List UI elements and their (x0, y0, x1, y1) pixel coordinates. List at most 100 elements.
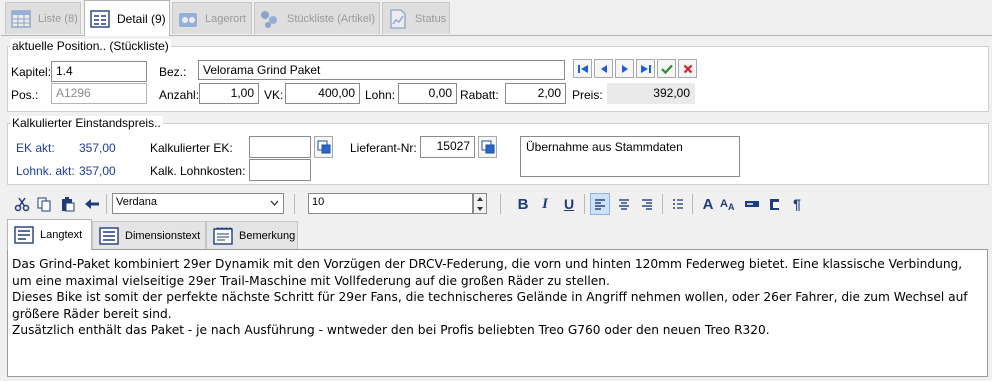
tab-liste[interactable]: Liste (8) (5, 2, 81, 34)
first-record-button[interactable] (573, 59, 592, 78)
tab-detail-label: Detail (9) (117, 11, 166, 26)
position-group-title: aktuelle Position.. (Stückliste) (10, 39, 171, 53)
tab-langtext[interactable]: Langtext (7, 219, 92, 250)
kapitel-field[interactable]: 1.4 (51, 61, 147, 82)
close-icon (683, 64, 692, 73)
last-record-button[interactable] (636, 59, 655, 78)
table-grid-icon (11, 9, 31, 28)
toolbar-separator (662, 194, 663, 214)
langtext-paragraph: Das Grind-Paket kombiniert 29er Dynamik … (12, 257, 963, 288)
svg-text:A: A (728, 202, 735, 212)
ek-akt-value: 357,00 (79, 141, 116, 155)
tab-dimensionstext-label: Dimensionstext (125, 229, 201, 242)
anzahl-field[interactable]: 1,00 (199, 83, 259, 104)
anzahl-label: Anzahl: (159, 88, 200, 102)
font-name-value: Verdana (116, 196, 157, 208)
lieferant-field[interactable]: 15027 (420, 136, 475, 158)
toolbar-separator (106, 194, 107, 214)
kalk-ek-pick-button[interactable] (314, 136, 333, 158)
rabatt-field[interactable]: 2,00 (505, 83, 566, 104)
underline-button[interactable]: U (559, 193, 579, 215)
stammdaten-box[interactable]: Übernahme aus Stammdaten (520, 136, 740, 177)
langtext-paragraph: Dieses Bike ist somit der perfekte nächs… (12, 290, 968, 321)
kalk-ek-label: Kalkulierter EK: (150, 141, 233, 155)
tab-status-label: Status (415, 12, 447, 25)
scissors-icon (14, 197, 30, 212)
pos-field[interactable]: A1296 (51, 83, 147, 104)
lookup-icon (481, 140, 494, 154)
copy-button[interactable] (34, 193, 54, 215)
preis-label: Preis: (572, 88, 603, 102)
toolbar-separator (692, 194, 693, 214)
toolbar-separator (294, 194, 295, 214)
lookup-icon (317, 140, 330, 154)
bullet-list-icon (673, 199, 683, 209)
dimension-text-icon (99, 226, 119, 245)
pos-label: Pos.: (11, 88, 39, 102)
font-size-spinner[interactable] (473, 193, 487, 214)
tab-detail[interactable]: Detail (9) (84, 0, 170, 36)
font-color-button[interactable]: A (698, 193, 718, 215)
vk-label: VK: (264, 88, 284, 102)
rabatt-label: Rabatt: (460, 88, 499, 102)
spin-down-icon (477, 207, 483, 211)
align-center-icon (619, 199, 629, 210)
next-record-button[interactable] (615, 59, 634, 78)
previous-record-button[interactable] (594, 59, 613, 78)
kalk-lohn-field[interactable] (249, 159, 311, 181)
insert-field-button[interactable] (742, 193, 762, 215)
bez-field[interactable]: Velorama Grind Paket (198, 60, 565, 80)
warehouse-box-icon (179, 12, 197, 27)
parts-list-icon (261, 10, 277, 28)
vk-field[interactable]: 400,00 (285, 83, 360, 104)
font-size-input[interactable]: 10 (308, 193, 473, 214)
tab-lagerort[interactable]: Lagerort (172, 2, 252, 34)
align-right-button[interactable] (637, 193, 657, 215)
kalk-group-title: Kalkulierter Einstandspreis.. (10, 116, 163, 130)
tab-status[interactable]: Status (382, 2, 450, 34)
align-center-button[interactable] (614, 193, 634, 215)
bullet-list-button[interactable] (668, 193, 688, 215)
paste-button[interactable] (58, 193, 78, 215)
last-record-icon (640, 64, 651, 73)
italic-button[interactable]: I (535, 193, 555, 215)
form-detail-icon (90, 9, 110, 28)
lieferant-pick-button[interactable] (478, 136, 497, 158)
align-right-icon (642, 199, 652, 210)
format-toolbar: Verdana 10 B I U A AA ¶ (8, 190, 984, 218)
font-style-button[interactable]: AA (719, 193, 739, 215)
undo-arrow-icon (85, 199, 99, 209)
tab-lagerort-label: Lagerort (205, 12, 246, 25)
undo-button[interactable] (82, 193, 102, 215)
lohn-field[interactable]: 0,00 (398, 83, 457, 104)
text-lines-icon (14, 226, 34, 244)
format-painter-button[interactable] (765, 193, 785, 215)
insert-field-icon (745, 201, 759, 207)
toolbar-separator (500, 194, 501, 214)
bold-button[interactable]: B (513, 193, 533, 215)
preis-field: 392,00 (607, 83, 695, 104)
spin-up-icon (477, 197, 483, 201)
tab-liste-label: Liste (8) (38, 12, 78, 25)
confirm-button[interactable] (657, 59, 676, 78)
svg-text:A: A (720, 198, 728, 210)
font-name-select[interactable]: Verdana (112, 193, 284, 214)
align-left-icon (595, 199, 605, 210)
lohnk-akt-label: Lohnk. akt: (16, 164, 75, 178)
toolbar-separator (584, 194, 585, 214)
cut-button[interactable] (12, 193, 32, 215)
main-tab-bar: Liste (8) Detail (9) Lagerort Stückliste… (0, 0, 992, 36)
first-record-icon (577, 64, 588, 73)
tab-dimensionstext[interactable]: Dimensionstext (92, 221, 206, 249)
paragraph-marks-button[interactable]: ¶ (787, 193, 807, 215)
tab-bemerkung[interactable]: Bemerkung (206, 221, 298, 249)
clipboard-format-icon (770, 199, 779, 210)
previous-record-icon (600, 64, 607, 73)
cancel-button[interactable] (678, 59, 697, 78)
tab-stueckliste-label: Stückliste (Artikel) (287, 12, 376, 25)
align-left-button[interactable] (590, 193, 610, 215)
langtext-editor[interactable]: Das Grind-Paket kombiniert 29er Dynamik … (7, 249, 988, 377)
tab-stueckliste[interactable]: Stückliste (Artikel) (254, 2, 380, 34)
ek-akt-label: EK akt: (16, 141, 55, 155)
kalk-ek-field[interactable] (249, 136, 311, 158)
